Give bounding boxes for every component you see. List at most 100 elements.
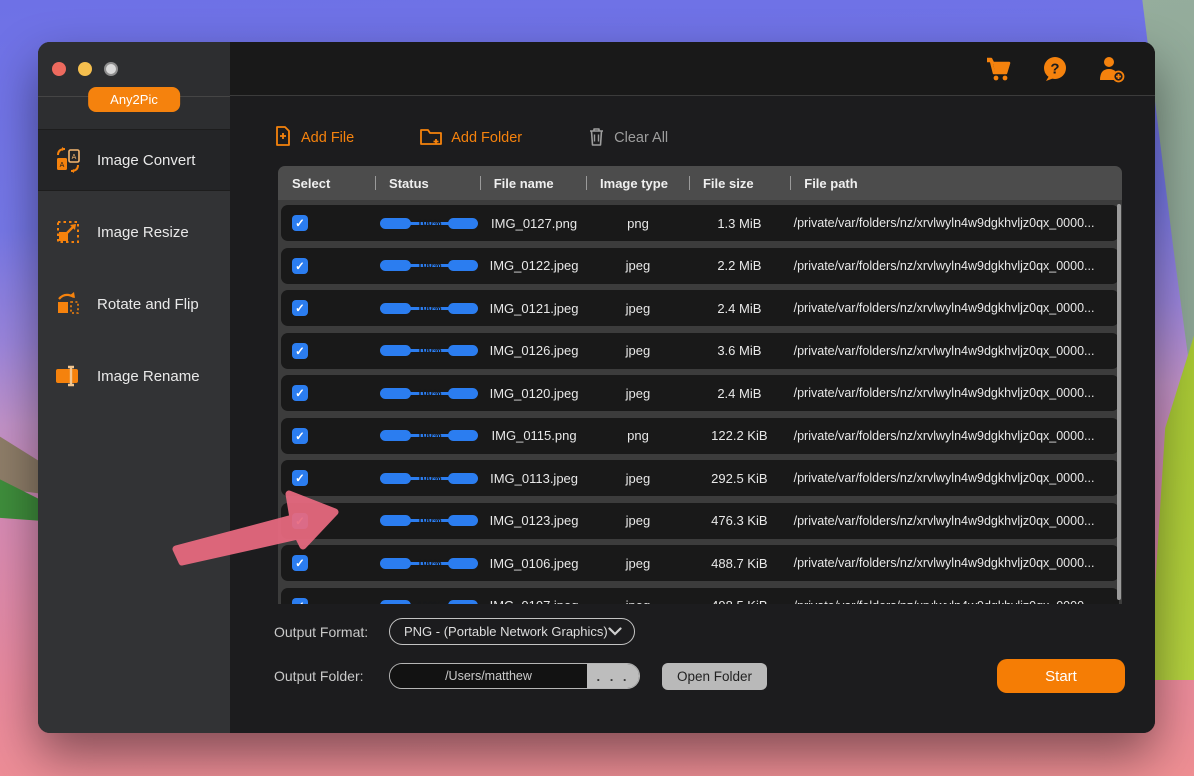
- sidebar-item-image-rename[interactable]: Image Rename: [38, 345, 230, 407]
- app-window: Any2Pic A A Image Convert: [38, 42, 1155, 733]
- image-type: jpeg: [587, 598, 689, 604]
- row-checkbox[interactable]: ✓: [292, 300, 308, 316]
- output-folder-label: Output Folder:: [274, 668, 389, 684]
- start-button[interactable]: Start: [997, 659, 1125, 693]
- image-resize-icon: [54, 218, 82, 246]
- column-header-image-type: Image type: [586, 176, 689, 191]
- row-checkbox[interactable]: ✓: [292, 215, 308, 231]
- add-folder-icon: [420, 127, 442, 150]
- table-row[interactable]: ✓ 100% IMG_0107.jpeg jpeg 498.5 KiB /pri…: [281, 588, 1119, 605]
- clear-all-button[interactable]: Clear All: [588, 127, 668, 150]
- add-file-button[interactable]: Add File: [274, 126, 354, 150]
- image-type: jpeg: [587, 343, 689, 358]
- file-name: IMG_0123.jpeg: [481, 513, 587, 528]
- column-header-file-name: File name: [480, 176, 586, 191]
- progress-label: 100%: [380, 388, 478, 399]
- output-controls: Output Format: PNG - (Portable Network G…: [274, 618, 1125, 707]
- progress-label: 100%: [380, 260, 478, 271]
- file-name: IMG_0120.jpeg: [481, 386, 587, 401]
- table-row[interactable]: ✓ 100% IMG_0126.jpeg jpeg 3.6 MiB /priva…: [281, 333, 1119, 369]
- file-path: /private/var/folders/nz/xrvlwyln4w9dgkhv…: [790, 301, 1119, 315]
- progress-label: 100%: [380, 303, 478, 314]
- progress-bar: 100%: [377, 388, 481, 399]
- output-folder-row: Output Folder: . . . Open Folder Start: [274, 659, 1125, 693]
- main-panel: ? Add File: [230, 42, 1155, 733]
- zoom-window-button[interactable]: [104, 62, 118, 76]
- minimize-window-button[interactable]: [78, 62, 92, 76]
- table-row[interactable]: ✓ 100% IMG_0113.jpeg jpeg 292.5 KiB /pri…: [281, 460, 1119, 496]
- add-folder-label: Add Folder: [451, 130, 522, 146]
- topbar: ?: [230, 42, 1155, 96]
- table-row[interactable]: ✓ 100% IMG_0127.png png 1.3 MiB /private…: [281, 205, 1119, 241]
- sidebar-item-label: Image Convert: [97, 152, 195, 169]
- image-type: jpeg: [587, 258, 689, 273]
- output-format-label: Output Format:: [274, 624, 389, 640]
- row-checkbox[interactable]: ✓: [292, 513, 308, 529]
- row-checkbox[interactable]: ✓: [292, 385, 308, 401]
- add-file-label: Add File: [301, 130, 354, 146]
- table-row[interactable]: ✓ 100% IMG_0123.jpeg jpeg 476.3 KiB /pri…: [281, 503, 1119, 539]
- image-convert-icon: A A: [54, 146, 82, 174]
- close-window-button[interactable]: [52, 62, 66, 76]
- output-format-value: PNG - (Portable Network Graphics): [404, 624, 608, 639]
- row-checkbox[interactable]: ✓: [292, 343, 308, 359]
- progress-label: 100%: [380, 345, 478, 356]
- file-name: IMG_0126.jpeg: [481, 343, 587, 358]
- svg-text:A: A: [60, 162, 65, 169]
- progress-bar: 100%: [377, 473, 481, 484]
- add-user-icon[interactable]: [1095, 53, 1127, 85]
- row-checkbox[interactable]: ✓: [292, 470, 308, 486]
- file-name: IMG_0113.jpeg: [481, 471, 587, 486]
- table-rows: ✓ 100% IMG_0127.png png 1.3 MiB /private…: [278, 200, 1122, 604]
- image-type: jpeg: [587, 513, 689, 528]
- sidebar-item-label: Rotate and Flip: [97, 296, 199, 313]
- svg-text:A: A: [72, 154, 77, 161]
- file-size: 2.4 MiB: [689, 386, 790, 401]
- svg-text:?: ?: [1050, 60, 1059, 77]
- row-checkbox[interactable]: ✓: [292, 258, 308, 274]
- output-folder-group: . . .: [389, 663, 640, 689]
- output-folder-input[interactable]: [390, 664, 587, 688]
- toolbar: Add File Add Folder Clea: [274, 126, 1155, 150]
- sidebar: Any2Pic A A Image Convert: [38, 42, 230, 733]
- browse-folder-button[interactable]: . . .: [587, 664, 639, 688]
- progress-label: 100%: [380, 430, 478, 441]
- progress-label: 100%: [380, 558, 478, 569]
- image-type: png: [587, 428, 689, 443]
- sidebar-item-image-resize[interactable]: Image Resize: [38, 201, 230, 263]
- row-checkbox[interactable]: ✓: [292, 428, 308, 444]
- clear-all-label: Clear All: [614, 130, 668, 146]
- progress-label: 100%: [380, 218, 478, 229]
- table-row[interactable]: ✓ 100% IMG_0120.jpeg jpeg 2.4 MiB /priva…: [281, 375, 1119, 411]
- row-checkbox[interactable]: ✓: [292, 598, 308, 605]
- scrollbar[interactable]: [1117, 204, 1121, 600]
- file-size: 2.4 MiB: [689, 301, 790, 316]
- cart-icon[interactable]: [983, 53, 1015, 85]
- progress-label: 100%: [380, 600, 478, 604]
- sidebar-item-image-convert[interactable]: A A Image Convert: [38, 129, 230, 191]
- progress-bar: 100%: [377, 430, 481, 441]
- table-row[interactable]: ✓ 100% IMG_0122.jpeg jpeg 2.2 MiB /priva…: [281, 248, 1119, 284]
- file-path: /private/var/folders/nz/xrvlwyln4w9dgkhv…: [790, 386, 1119, 400]
- sidebar-item-rotate-and-flip[interactable]: Rotate and Flip: [38, 273, 230, 335]
- add-folder-button[interactable]: Add Folder: [420, 127, 522, 150]
- column-header-status: Status: [375, 176, 480, 191]
- table-row[interactable]: ✓ 100% IMG_0106.jpeg jpeg 488.7 KiB /pri…: [281, 545, 1119, 581]
- file-size: 1.3 MiB: [689, 216, 790, 231]
- rotate-flip-icon: [54, 290, 82, 318]
- output-format-select[interactable]: PNG - (Portable Network Graphics): [389, 618, 635, 645]
- file-path: /private/var/folders/nz/xrvlwyln4w9dgkhv…: [790, 556, 1119, 570]
- image-type: jpeg: [587, 556, 689, 571]
- help-icon[interactable]: ?: [1039, 53, 1071, 85]
- image-rename-icon: [54, 362, 82, 390]
- progress-bar: 100%: [377, 345, 481, 356]
- app-badge: Any2Pic: [88, 87, 180, 112]
- table-header: Select Status File name Image type File …: [278, 166, 1122, 200]
- image-type: jpeg: [587, 301, 689, 316]
- table-row[interactable]: ✓ 100% IMG_0115.png png 122.2 KiB /priva…: [281, 418, 1119, 454]
- file-path: /private/var/folders/nz/xrvlwyln4w9dgkhv…: [790, 599, 1119, 605]
- open-folder-button[interactable]: Open Folder: [662, 663, 767, 690]
- table-row[interactable]: ✓ 100% IMG_0121.jpeg jpeg 2.4 MiB /priva…: [281, 290, 1119, 326]
- trash-icon: [588, 127, 605, 150]
- row-checkbox[interactable]: ✓: [292, 555, 308, 571]
